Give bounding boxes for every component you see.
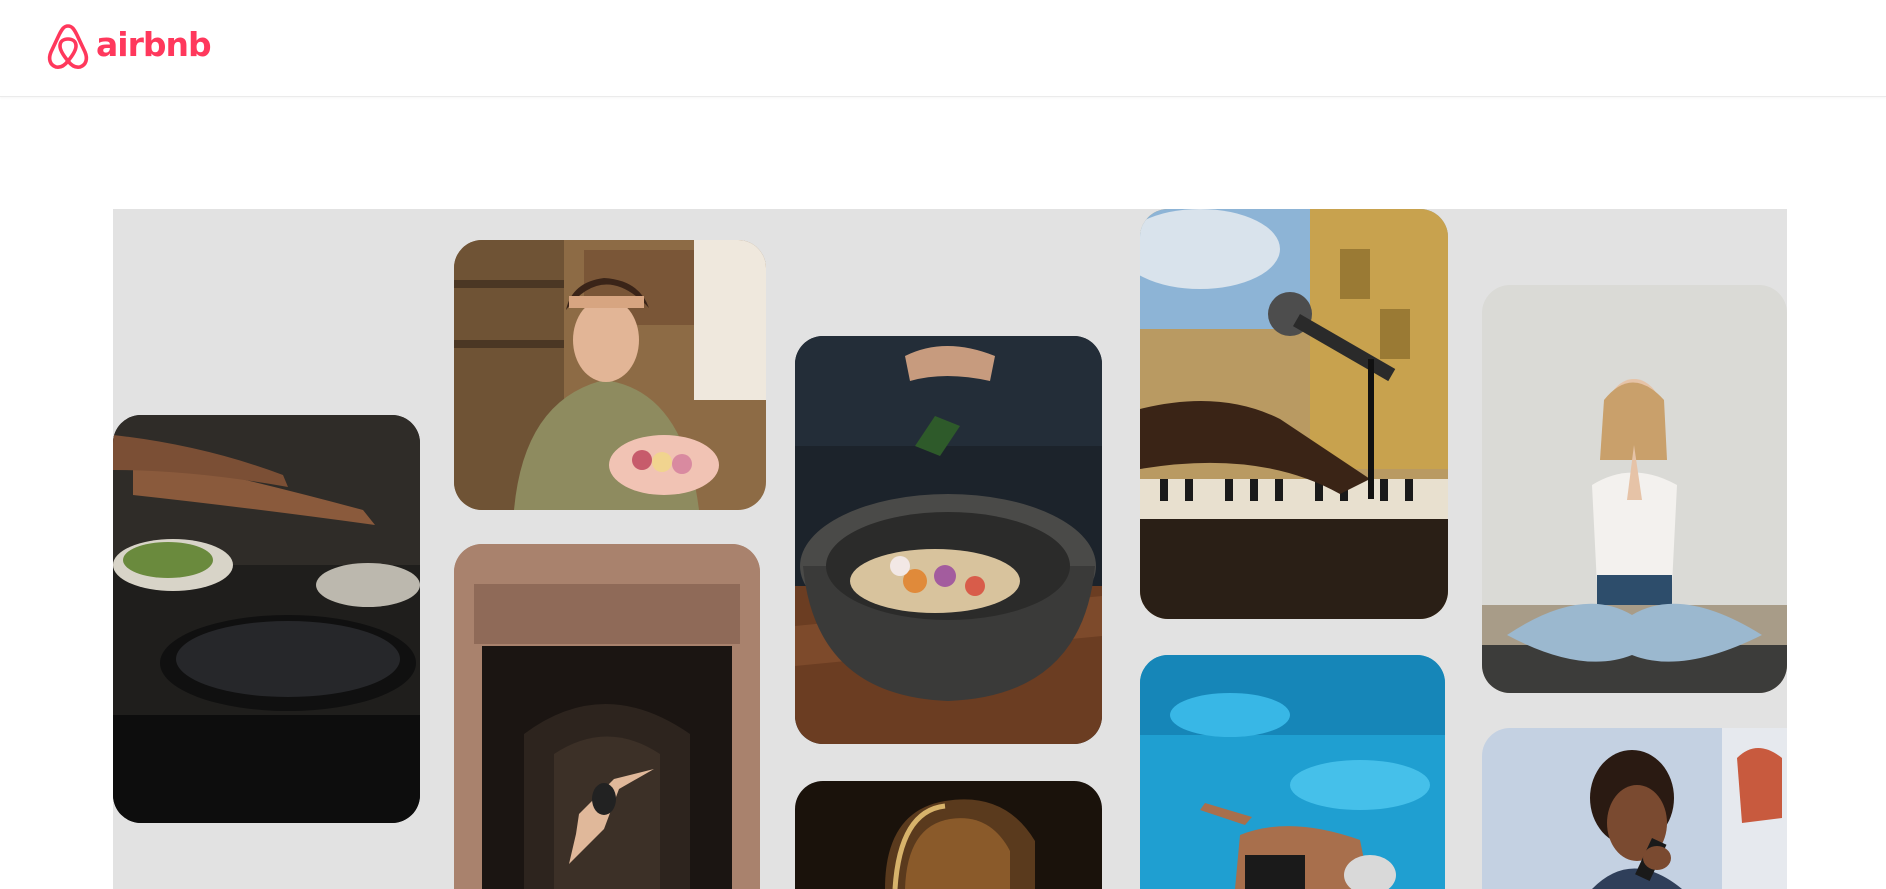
photo-guitar[interactable] [795,781,1102,889]
photo-woman-macarons[interactable] [454,240,766,510]
photo-yoga[interactable] [1482,285,1787,693]
airbnb-logo-link[interactable]: airbnb [44,20,212,72]
photo-dancer-archway[interactable] [454,544,760,889]
airbnb-belo-icon [47,24,89,69]
top-header: airbnb [0,0,1886,97]
photo-singer[interactable] [1482,728,1787,889]
photo-seasoning-bowl[interactable] [795,336,1102,744]
photo-piano-microphone[interactable] [1140,209,1448,619]
photo-cooking-pans[interactable] [113,415,420,823]
experience-photo-mosaic [113,209,1787,889]
photo-swimmer[interactable] [1140,655,1445,889]
logo-wordmark: airbnb [96,24,212,64]
